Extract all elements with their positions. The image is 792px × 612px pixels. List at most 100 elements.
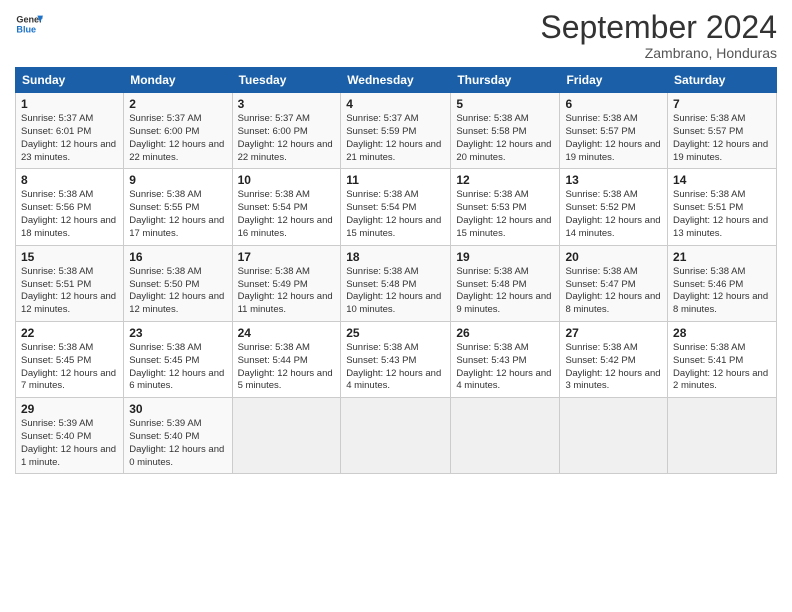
sunset-label: Sunset: 5:51 PM (673, 202, 743, 213)
daylight-label: Daylight: 12 hours and 12 minutes. (129, 291, 224, 315)
col-friday: Friday (560, 68, 668, 93)
table-row: 14 Sunrise: 5:38 AM Sunset: 5:51 PM Dayl… (668, 169, 777, 245)
table-row: 8 Sunrise: 5:38 AM Sunset: 5:56 PM Dayli… (16, 169, 124, 245)
logo-icon: General Blue (15, 10, 43, 38)
sunset-label: Sunset: 5:43 PM (456, 355, 526, 366)
daylight-label: Daylight: 12 hours and 20 minutes. (456, 139, 551, 163)
table-row (560, 398, 668, 474)
day-number: 11 (346, 173, 445, 187)
day-number: 13 (565, 173, 662, 187)
day-number: 14 (673, 173, 771, 187)
calendar-week-row: 8 Sunrise: 5:38 AM Sunset: 5:56 PM Dayli… (16, 169, 777, 245)
table-row: 26 Sunrise: 5:38 AM Sunset: 5:43 PM Dayl… (451, 321, 560, 397)
sunrise-label: Sunrise: 5:38 AM (673, 189, 745, 200)
sunrise-label: Sunrise: 5:39 AM (129, 418, 201, 429)
sunrise-label: Sunrise: 5:37 AM (21, 113, 93, 124)
day-number: 28 (673, 326, 771, 340)
sunset-label: Sunset: 5:45 PM (129, 355, 199, 366)
table-row: 20 Sunrise: 5:38 AM Sunset: 5:47 PM Dayl… (560, 245, 668, 321)
daylight-label: Daylight: 12 hours and 23 minutes. (21, 139, 116, 163)
daylight-label: Daylight: 12 hours and 12 minutes. (21, 291, 116, 315)
day-info: Sunrise: 5:39 AM Sunset: 5:40 PM Dayligh… (21, 418, 118, 469)
table-row: 9 Sunrise: 5:38 AM Sunset: 5:55 PM Dayli… (124, 169, 232, 245)
day-number: 15 (21, 250, 118, 264)
day-info: Sunrise: 5:37 AM Sunset: 6:00 PM Dayligh… (238, 113, 336, 164)
sunrise-label: Sunrise: 5:39 AM (21, 418, 93, 429)
sunset-label: Sunset: 5:42 PM (565, 355, 635, 366)
table-row: 23 Sunrise: 5:38 AM Sunset: 5:45 PM Dayl… (124, 321, 232, 397)
table-row (341, 398, 451, 474)
day-number: 3 (238, 97, 336, 111)
sunrise-label: Sunrise: 5:38 AM (238, 189, 310, 200)
svg-text:Blue: Blue (16, 24, 36, 34)
table-row: 1 Sunrise: 5:37 AM Sunset: 6:01 PM Dayli… (16, 93, 124, 169)
sunrise-label: Sunrise: 5:38 AM (346, 189, 418, 200)
sunrise-label: Sunrise: 5:38 AM (456, 113, 528, 124)
day-info: Sunrise: 5:38 AM Sunset: 5:43 PM Dayligh… (346, 342, 445, 393)
day-info: Sunrise: 5:38 AM Sunset: 5:42 PM Dayligh… (565, 342, 662, 393)
sunset-label: Sunset: 5:48 PM (346, 279, 416, 290)
sunrise-label: Sunrise: 5:38 AM (346, 342, 418, 353)
table-row (451, 398, 560, 474)
sunrise-label: Sunrise: 5:37 AM (129, 113, 201, 124)
day-info: Sunrise: 5:38 AM Sunset: 5:49 PM Dayligh… (238, 266, 336, 317)
day-number: 8 (21, 173, 118, 187)
sunrise-label: Sunrise: 5:38 AM (673, 266, 745, 277)
col-wednesday: Wednesday (341, 68, 451, 93)
table-row: 11 Sunrise: 5:38 AM Sunset: 5:54 PM Dayl… (341, 169, 451, 245)
sunset-label: Sunset: 5:41 PM (673, 355, 743, 366)
col-tuesday: Tuesday (232, 68, 341, 93)
daylight-label: Daylight: 12 hours and 22 minutes. (238, 139, 333, 163)
col-sunday: Sunday (16, 68, 124, 93)
sunset-label: Sunset: 5:56 PM (21, 202, 91, 213)
table-row: 13 Sunrise: 5:38 AM Sunset: 5:52 PM Dayl… (560, 169, 668, 245)
sunset-label: Sunset: 5:48 PM (456, 279, 526, 290)
day-info: Sunrise: 5:38 AM Sunset: 5:54 PM Dayligh… (346, 189, 445, 240)
sunset-label: Sunset: 5:43 PM (346, 355, 416, 366)
daylight-label: Daylight: 12 hours and 15 minutes. (456, 215, 551, 239)
sunrise-label: Sunrise: 5:38 AM (238, 266, 310, 277)
day-number: 27 (565, 326, 662, 340)
sunset-label: Sunset: 5:52 PM (565, 202, 635, 213)
table-row: 17 Sunrise: 5:38 AM Sunset: 5:49 PM Dayl… (232, 245, 341, 321)
sunset-label: Sunset: 5:46 PM (673, 279, 743, 290)
sunrise-label: Sunrise: 5:38 AM (21, 342, 93, 353)
table-row: 4 Sunrise: 5:37 AM Sunset: 5:59 PM Dayli… (341, 93, 451, 169)
sunrise-label: Sunrise: 5:38 AM (456, 266, 528, 277)
sunrise-label: Sunrise: 5:38 AM (565, 342, 637, 353)
day-info: Sunrise: 5:38 AM Sunset: 5:46 PM Dayligh… (673, 266, 771, 317)
day-info: Sunrise: 5:39 AM Sunset: 5:40 PM Dayligh… (129, 418, 226, 469)
day-number: 12 (456, 173, 554, 187)
daylight-label: Daylight: 12 hours and 18 minutes. (21, 215, 116, 239)
table-row: 16 Sunrise: 5:38 AM Sunset: 5:50 PM Dayl… (124, 245, 232, 321)
table-row: 25 Sunrise: 5:38 AM Sunset: 5:43 PM Dayl… (341, 321, 451, 397)
day-number: 20 (565, 250, 662, 264)
calendar-table: Sunday Monday Tuesday Wednesday Thursday… (15, 67, 777, 474)
day-info: Sunrise: 5:38 AM Sunset: 5:41 PM Dayligh… (673, 342, 771, 393)
daylight-label: Daylight: 12 hours and 13 minutes. (673, 215, 768, 239)
day-number: 22 (21, 326, 118, 340)
sunrise-label: Sunrise: 5:38 AM (673, 113, 745, 124)
day-info: Sunrise: 5:38 AM Sunset: 5:58 PM Dayligh… (456, 113, 554, 164)
sunset-label: Sunset: 5:45 PM (21, 355, 91, 366)
daylight-label: Daylight: 12 hours and 11 minutes. (238, 291, 333, 315)
sunrise-label: Sunrise: 5:38 AM (21, 266, 93, 277)
daylight-label: Daylight: 12 hours and 16 minutes. (238, 215, 333, 239)
day-number: 16 (129, 250, 226, 264)
sunset-label: Sunset: 5:51 PM (21, 279, 91, 290)
sunrise-label: Sunrise: 5:38 AM (456, 189, 528, 200)
day-number: 10 (238, 173, 336, 187)
day-number: 26 (456, 326, 554, 340)
daylight-label: Daylight: 12 hours and 3 minutes. (565, 368, 660, 392)
calendar-week-row: 15 Sunrise: 5:38 AM Sunset: 5:51 PM Dayl… (16, 245, 777, 321)
sunset-label: Sunset: 5:44 PM (238, 355, 308, 366)
calendar-week-row: 1 Sunrise: 5:37 AM Sunset: 6:01 PM Dayli… (16, 93, 777, 169)
logo: General Blue (15, 10, 43, 38)
daylight-label: Daylight: 12 hours and 17 minutes. (129, 215, 224, 239)
month-title: September 2024 (540, 10, 777, 45)
calendar-header-row: Sunday Monday Tuesday Wednesday Thursday… (16, 68, 777, 93)
day-info: Sunrise: 5:38 AM Sunset: 5:48 PM Dayligh… (346, 266, 445, 317)
day-info: Sunrise: 5:38 AM Sunset: 5:51 PM Dayligh… (21, 266, 118, 317)
sunset-label: Sunset: 5:49 PM (238, 279, 308, 290)
daylight-label: Daylight: 12 hours and 7 minutes. (21, 368, 116, 392)
